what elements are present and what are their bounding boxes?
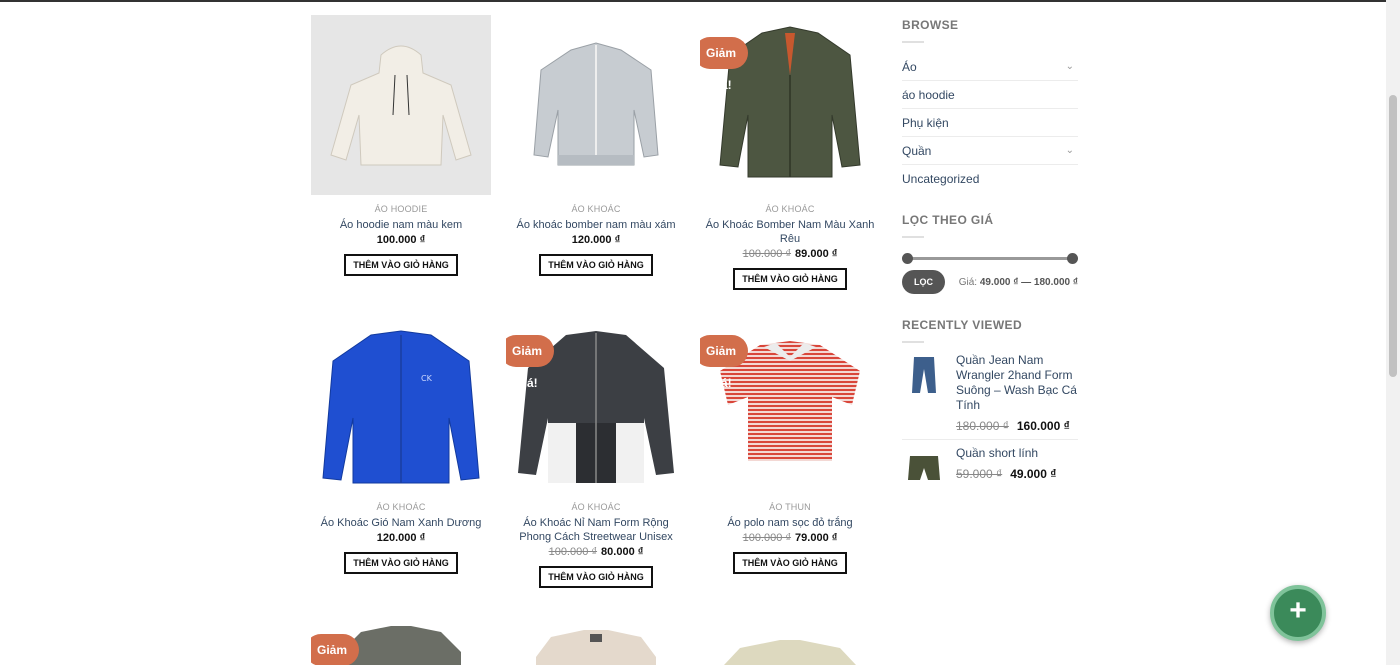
product-image-red-striped-polo[interactable]: Giảm giá!: [700, 313, 880, 493]
category-item-phu-kien[interactable]: Phụ kiện: [902, 109, 1078, 137]
product-card[interactable]: Giảm giá!: [311, 612, 491, 665]
category-item-quan[interactable]: Quần ⌄: [902, 137, 1078, 165]
browse-title: BROWSE: [902, 18, 959, 32]
recent-item[interactable]: Quần Jean Nam Wrangler 2hand Form Suông …: [902, 353, 1078, 440]
sale-badge: Giảm giá!: [700, 335, 748, 390]
product-image-beige-shirt[interactable]: [506, 612, 686, 665]
product-image-olive-bomber-jacket[interactable]: Giảm giá!: [700, 15, 880, 195]
product-image-blue-windbreaker[interactable]: CK: [311, 313, 491, 493]
product-card[interactable]: Giảm giá! Áo khoác Áo Khoác Nỉ Nam Form …: [506, 313, 686, 588]
shorts-icon[interactable]: [902, 446, 946, 490]
category-item-ao[interactable]: Áo ⌄: [902, 53, 1078, 81]
add-to-cart-button[interactable]: THÊM VÀO GIỎ HÀNG: [539, 566, 653, 588]
product-price: 120.000 ₫: [571, 234, 621, 246]
divider: [902, 236, 924, 238]
product-card[interactable]: Áo khoác Áo khoác bomber nam màu xám 120…: [506, 15, 686, 276]
product-category: Áo khoác: [571, 204, 621, 214]
product-price: 120.000 ₫: [376, 532, 426, 544]
price-filter-row: LỌC Giá: 49.000 ₫ — 180.000 ₫: [902, 270, 1078, 294]
recent-price: 59.000 ₫ 49.000 ₫: [956, 467, 1057, 481]
recently-viewed-title: RECENTLY VIEWED: [902, 318, 1023, 332]
jeans-icon[interactable]: [902, 353, 946, 397]
divider: [902, 41, 924, 43]
product-image-cream-hoodie[interactable]: [311, 15, 491, 195]
product-category: Áo hoodie: [374, 204, 428, 214]
category-item-ao-hoodie[interactable]: áo hoodie: [902, 81, 1078, 109]
category-item-uncategorized[interactable]: Uncategorized: [902, 165, 1078, 193]
product-card[interactable]: Giảm giá! Áo khoác Áo Khoác Bomber Nam M…: [700, 15, 880, 290]
price-slider[interactable]: [902, 248, 1078, 268]
sale-badge: Giảm giá!: [700, 37, 748, 92]
scrollbar-thumb[interactable]: [1389, 95, 1397, 377]
top-border: [0, 0, 1400, 2]
product-category: Áo khoác: [571, 502, 621, 512]
slider-track: [906, 257, 1074, 260]
sidebar: BROWSE Áo ⌄ áo hoodie Phụ kiện Quần ⌄ Un…: [902, 18, 1078, 496]
add-to-cart-button[interactable]: THÊM VÀO GIỎ HÀNG: [344, 254, 458, 276]
recent-item[interactable]: Quần short lính 59.000 ₫ 49.000 ₫: [902, 446, 1078, 496]
sale-badge: Giảm giá!: [311, 634, 359, 665]
category-label: Áo: [902, 60, 917, 74]
product-card[interactable]: Áo hoodie Áo hoodie nam màu kem 100.000 …: [311, 15, 491, 276]
recent-title[interactable]: Quần Jean Nam Wrangler 2hand Form Suông …: [956, 353, 1078, 413]
product-title[interactable]: Áo polo nam sọc đỏ trắng: [700, 516, 880, 530]
add-to-cart-button[interactable]: THÊM VÀO GIỎ HÀNG: [344, 552, 458, 574]
product-price: 100.000 ₫ 79.000 ₫: [742, 532, 838, 544]
category-label: Uncategorized: [902, 172, 980, 186]
svg-text:CK: CK: [421, 374, 433, 383]
product-category: Áo thun: [769, 502, 811, 512]
recent-title[interactable]: Quần short lính: [956, 446, 1056, 461]
recently-viewed-list: Quần Jean Nam Wrangler 2hand Form Suông …: [902, 353, 1078, 496]
product-image-grey-shirt[interactable]: Giảm giá!: [311, 612, 491, 665]
category-list: Áo ⌄ áo hoodie Phụ kiện Quần ⌄ Uncategor…: [902, 53, 1078, 193]
product-title[interactable]: Áo Khoác Bomber Nam Màu Xanh Rêu: [700, 218, 880, 246]
product-image-grey-bomber-jacket[interactable]: [506, 15, 686, 195]
chevron-down-icon[interactable]: ⌄: [1066, 53, 1074, 81]
add-icon[interactable]: +: [1270, 585, 1326, 641]
product-category: Áo khoác: [376, 502, 426, 512]
price-range: Giá: 49.000 ₫ — 180.000 ₫: [958, 276, 1078, 288]
scrollbar[interactable]: [1386, 0, 1400, 665]
product-price: 100.000 ₫ 89.000 ₫: [742, 248, 838, 260]
add-to-cart-button[interactable]: THÊM VÀO GIỎ HÀNG: [539, 254, 653, 276]
category-label: áo hoodie: [902, 88, 955, 102]
sale-badge: Giảm giá!: [506, 335, 554, 390]
product-image-black-white-track-jacket[interactable]: Giảm giá!: [506, 313, 686, 493]
product-card[interactable]: CK Áo khoác Áo Khoác Gió Nam Xanh Dương …: [311, 313, 491, 574]
add-to-cart-button[interactable]: THÊM VÀO GIỎ HÀNG: [733, 552, 847, 574]
product-title[interactable]: Áo khoác bomber nam màu xám: [506, 218, 686, 232]
slider-max-handle[interactable]: [1067, 253, 1078, 264]
category-label: Quần: [902, 144, 932, 158]
product-card[interactable]: Giảm giá! Áo thun Áo polo nam sọc đỏ trắ…: [700, 313, 880, 574]
product-price: 100.000 ₫: [376, 234, 426, 246]
product-title[interactable]: Áo hoodie nam màu kem: [311, 218, 491, 232]
product-title[interactable]: Áo Khoác Gió Nam Xanh Dương: [311, 516, 491, 530]
price-filter-title: LỌC THEO GIÁ: [902, 213, 994, 227]
product-card[interactable]: [506, 612, 686, 665]
filter-button[interactable]: LỌC: [902, 270, 945, 294]
product-card[interactable]: [700, 612, 880, 665]
product-title[interactable]: Áo Khoác Nỉ Nam Form Rộng Phong Cách Str…: [506, 516, 686, 544]
divider: [902, 341, 924, 343]
chevron-down-icon[interactable]: ⌄: [1066, 137, 1074, 165]
add-to-cart-button[interactable]: THÊM VÀO GIỎ HÀNG: [733, 268, 847, 290]
product-price: 100.000 ₫ 80.000 ₫: [548, 546, 644, 558]
recent-price: 180.000 ₫ 160.000 ₫: [956, 419, 1070, 433]
product-category: Áo khoác: [765, 204, 815, 214]
slider-min-handle[interactable]: [902, 253, 913, 264]
product-image-striped-shirt[interactable]: [700, 612, 880, 665]
category-label: Phụ kiện: [902, 116, 949, 130]
